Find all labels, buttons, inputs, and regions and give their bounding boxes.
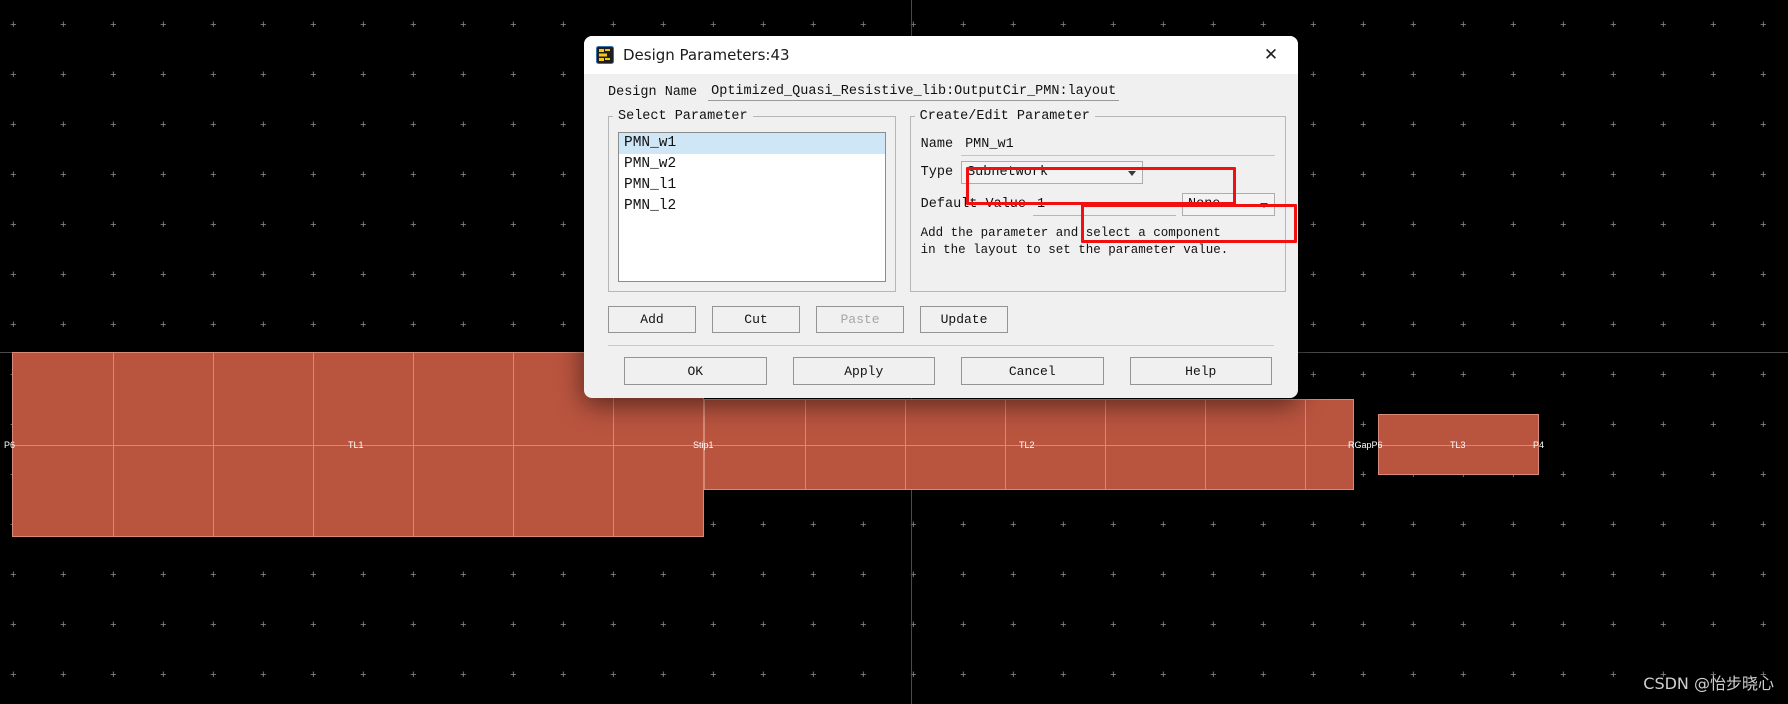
cut-button[interactable]: Cut [712, 306, 800, 333]
ok-button[interactable]: OK [624, 357, 767, 385]
type-dropdown[interactable]: Subnetwork [961, 161, 1144, 184]
canvas-label: RGapP6 [1348, 440, 1383, 450]
design-name-value[interactable]: Optimized_Quasi_Resistive_lib:OutputCir_… [708, 84, 1120, 101]
unit-dropdown[interactable]: None [1182, 193, 1275, 216]
paste-button: Paste [816, 306, 904, 333]
dialog-titlebar[interactable]: Design Parameters:43 ✕ [584, 36, 1298, 74]
type-label: Type [920, 165, 954, 180]
dialog-button-row: OK Apply Cancel Help [596, 346, 1286, 385]
create-edit-parameter-group: Create/Edit Parameter Name Type Subnetwo… [909, 109, 1286, 292]
canvas-label: TL1 [348, 440, 364, 450]
canvas-label: P6 [4, 440, 16, 450]
default-value-row: Default Value None [921, 193, 1275, 216]
dialog-panes: Select Parameter PMN_w1 PMN_w2 PMN_l1 PM… [596, 109, 1286, 292]
list-item[interactable]: PMN_l1 [619, 175, 885, 196]
dialog-body: Design Name Optimized_Quasi_Resistive_li… [584, 74, 1298, 385]
design-parameters-icon [596, 46, 614, 64]
list-item[interactable]: PMN_l2 [619, 196, 885, 217]
apply-button[interactable]: Apply [792, 357, 935, 385]
type-row: Type Subnetwork [921, 161, 1275, 184]
parameter-listbox[interactable]: PMN_w1 PMN_w2 PMN_l1 PMN_l2 [618, 132, 886, 282]
list-item[interactable]: PMN_w1 [619, 133, 885, 154]
select-parameter-group: Select Parameter PMN_w1 PMN_w2 PMN_l1 PM… [608, 109, 896, 292]
design-name-row: Design Name Optimized_Quasi_Resistive_li… [596, 74, 1286, 109]
create-edit-legend: Create/Edit Parameter [919, 109, 1090, 124]
select-parameter-legend: Select Parameter [618, 109, 748, 124]
canvas-label: TL2 [1019, 440, 1035, 450]
name-row: Name [921, 133, 1275, 156]
add-button[interactable]: Add [608, 306, 696, 333]
update-button[interactable]: Update [920, 306, 1008, 333]
watermark: CSDN @怡步晓心 [1643, 674, 1774, 693]
help-text-line-1: Add the parameter and select a component [920, 226, 1221, 240]
action-button-row: Add Cut Paste Update [596, 292, 1286, 333]
canvas-label: Stip1 [693, 440, 714, 450]
chevron-down-icon [1260, 202, 1268, 208]
dialog-title: Design Parameters:43 [623, 46, 790, 64]
help-text-line-2: in the layout to set the parameter value… [920, 243, 1229, 257]
help-button[interactable]: Help [1129, 357, 1272, 385]
canvas-label: P4 [1533, 440, 1545, 450]
list-item[interactable]: PMN_w2 [619, 154, 885, 175]
cancel-button[interactable]: Cancel [961, 357, 1104, 385]
design-parameters-dialog[interactable]: Design Parameters:43 ✕ Design Name Optim… [584, 36, 1298, 398]
default-value-input[interactable] [1033, 193, 1176, 216]
name-input[interactable] [961, 133, 1275, 156]
design-name-label: Design Name [608, 85, 698, 100]
unit-dropdown-value: None [1188, 197, 1221, 212]
canvas-label: TL3 [1450, 440, 1466, 450]
close-icon[interactable]: ✕ [1250, 38, 1292, 72]
default-value-label: Default Value [920, 197, 1026, 212]
type-dropdown-value: Subnetwork [967, 165, 1049, 180]
name-label: Name [920, 137, 954, 152]
chevron-down-icon [1128, 170, 1137, 176]
